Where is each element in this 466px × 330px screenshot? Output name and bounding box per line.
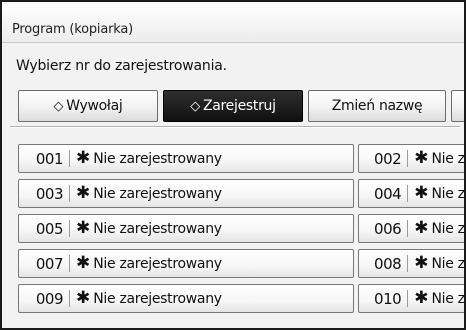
program-status: Nie za [431, 220, 465, 237]
asterisk-icon: ✱ [76, 288, 91, 308]
divider [69, 290, 70, 307]
rename-button[interactable]: Zmień nazwę [308, 90, 446, 122]
asterisk-icon: ✱ [414, 183, 429, 203]
program-number: 006 [374, 219, 402, 238]
register-icon: ◇ [190, 98, 200, 114]
program-item-003[interactable]: 003 ✱ Nie zarejestrowany [18, 179, 354, 208]
divider [407, 290, 409, 307]
asterisk-icon: ✱ [414, 148, 429, 168]
program-status: Nie za [431, 255, 465, 272]
program-number: 003 [35, 184, 64, 203]
next-action-button[interactable] [451, 90, 464, 122]
program-number: 007 [35, 254, 64, 273]
program-item-002[interactable]: 002 ✱ Nie za [358, 144, 465, 173]
divider [69, 255, 70, 272]
program-item-008[interactable]: 008 ✱ Nie za [358, 249, 465, 278]
asterisk-icon: ✱ [76, 253, 91, 273]
program-item-004[interactable]: 004 ✱ Nie za [358, 179, 465, 208]
title-bar: Program (kopiarka) [2, 2, 464, 43]
recall-icon: ◇ [53, 98, 64, 114]
recall-label: Wywołaj [66, 98, 123, 114]
asterisk-icon: ✱ [76, 183, 91, 203]
program-status: Nie zarejestrowany [93, 150, 222, 167]
program-status: Nie zarejestrowany [93, 255, 222, 272]
instruction-text: Wybierz nr do zarejestrowania. [16, 58, 227, 74]
divider [407, 220, 409, 237]
program-number: 002 [374, 149, 402, 168]
program-item-007[interactable]: 007 ✱ Nie zarejestrowany [18, 249, 354, 278]
program-item-006[interactable]: 006 ✱ Nie za [358, 214, 465, 243]
program-number: 009 [35, 289, 64, 308]
program-status: Nie zarejestrowany [93, 185, 222, 202]
program-item-010[interactable]: 010 ✱ Nie za [358, 284, 465, 313]
recall-button[interactable]: ◇ Wywołaj [18, 90, 158, 122]
program-item-005[interactable]: 005 ✱ Nie zarejestrowany [18, 214, 354, 243]
program-number: 010 [374, 289, 402, 308]
rename-label: Zmień nazwę [331, 98, 423, 114]
program-number: 004 [374, 184, 402, 203]
asterisk-icon: ✱ [76, 148, 91, 168]
register-button[interactable]: ◇ Zarejestruj [163, 90, 303, 122]
program-item-009[interactable]: 009 ✱ Nie zarejestrowany [18, 284, 354, 313]
program-status: Nie zarejestrowany [93, 290, 222, 307]
divider [69, 150, 70, 167]
program-status: Nie za [431, 150, 465, 167]
divider [407, 185, 409, 202]
program-window: Program (kopiarka) Wybierz nr do zarejes… [0, 0, 466, 330]
asterisk-icon: ✱ [76, 218, 91, 238]
divider [69, 220, 70, 237]
divider [69, 185, 70, 202]
program-number: 005 [35, 219, 64, 238]
divider [407, 150, 409, 167]
register-label: Zarejestruj [202, 98, 276, 114]
asterisk-icon: ✱ [414, 288, 429, 308]
divider [407, 255, 409, 272]
window-title: Program (kopiarka) [12, 22, 133, 37]
program-status: Nie zarejestrowany [93, 220, 222, 237]
program-status: Nie za [431, 185, 465, 202]
program-status: Nie za [431, 290, 465, 307]
separator [10, 126, 460, 128]
program-number: 001 [35, 149, 64, 168]
asterisk-icon: ✱ [414, 218, 429, 238]
asterisk-icon: ✱ [414, 253, 429, 273]
program-item-001[interactable]: 001 ✱ Nie zarejestrowany [18, 144, 354, 173]
program-number: 008 [374, 254, 402, 273]
